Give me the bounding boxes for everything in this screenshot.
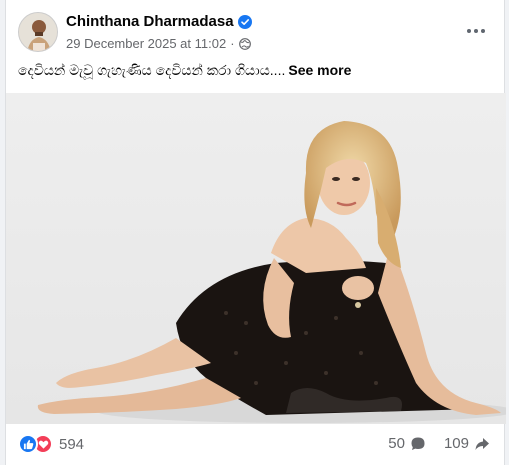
comment-icon — [411, 437, 425, 450]
post-stats: 50 109 — [388, 435, 490, 452]
heart-icon — [38, 440, 48, 449]
post-header: Chinthana Dharmadasa 29 December 2025 at… — [6, 0, 504, 60]
reactions-summary[interactable]: 594 — [18, 434, 84, 454]
author-avatar[interactable] — [18, 12, 58, 52]
post-photo[interactable] — [6, 93, 506, 424]
post-meta: 29 December 2025 at 11:02 · — [66, 36, 251, 51]
comments-stat[interactable]: 50 — [388, 435, 426, 452]
globe-icon — [238, 37, 251, 50]
author-name-row: Chinthana Dharmadasa — [66, 13, 252, 30]
author-name[interactable]: Chinthana Dharmadasa — [66, 13, 234, 30]
post-card: Chinthana Dharmadasa 29 December 2025 at… — [5, 0, 506, 465]
meta-separator: · — [230, 36, 235, 51]
comments-count: 50 — [388, 435, 405, 452]
shares-count: 109 — [443, 435, 469, 452]
caption-text: දෙවියන් මැවූ ගැහැණිය දෙවියන් කරා ගියාය..… — [18, 62, 286, 78]
dot-icon — [474, 29, 478, 33]
like-icon — [18, 434, 38, 454]
thumbs-up-icon — [23, 439, 33, 449]
more-options-button[interactable] — [458, 16, 494, 46]
avatar-image — [19, 13, 57, 51]
shares-stat[interactable]: 109 — [444, 435, 490, 452]
verified-badge-icon — [237, 14, 252, 29]
dot-icon — [467, 29, 471, 33]
dot-icon — [481, 29, 485, 33]
see-more-link[interactable]: See more — [288, 62, 351, 78]
post-caption: දෙවියන් මැවූ ගැහැණිය දෙවියන් කරා ගියාය..… — [18, 62, 351, 79]
post-timestamp[interactable]: 29 December 2025 at 11:02 — [66, 36, 226, 51]
reactions-count: 594 — [59, 435, 85, 453]
photo-illustration — [6, 93, 506, 424]
engagement-bar: 594 50 109 — [6, 424, 504, 465]
share-icon — [475, 437, 489, 450]
